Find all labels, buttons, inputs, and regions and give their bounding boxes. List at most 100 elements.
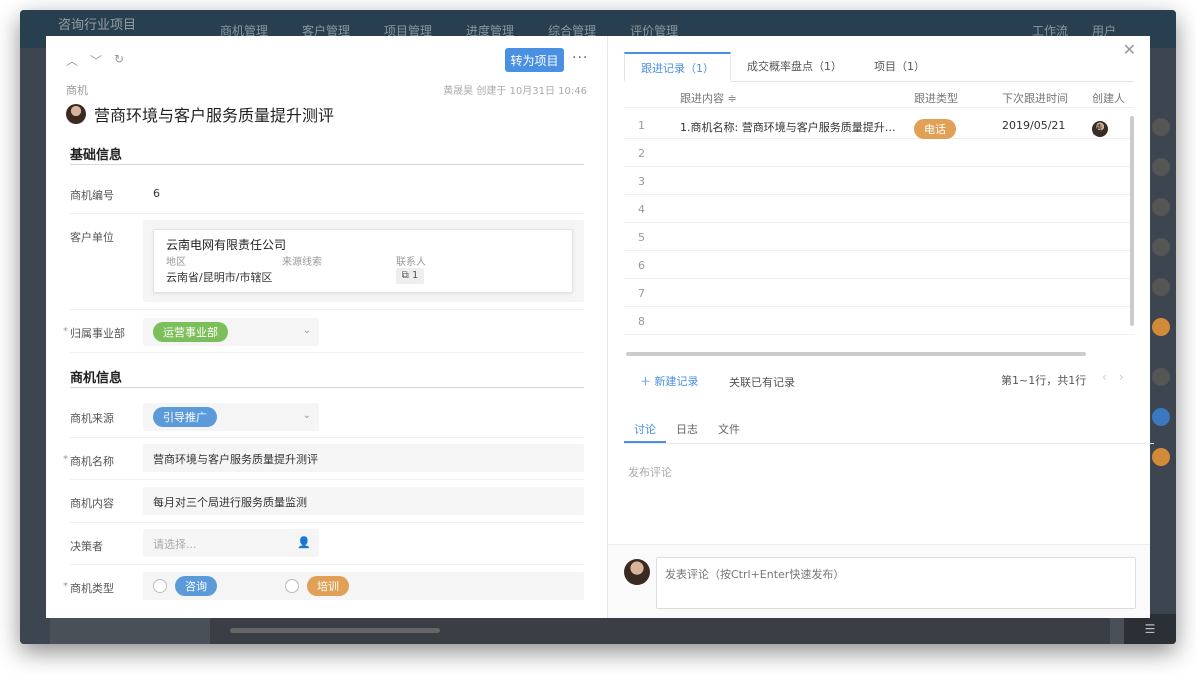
- corner-menu-icon[interactable]: ☰: [1124, 614, 1176, 644]
- section-basic-title: 基础信息: [70, 148, 123, 163]
- decision-select[interactable]: 请选择... 👤: [143, 529, 319, 557]
- row-index: 2: [638, 147, 645, 160]
- col-type: 跟进类型: [914, 92, 958, 105]
- source-tag: 引导推广: [153, 407, 217, 427]
- type-tag: 电话: [914, 119, 956, 139]
- link-existing-record[interactable]: 关联已有记录: [729, 374, 795, 390]
- region-value: 云南省/昆明市/市辖区: [166, 271, 273, 284]
- comment-placeholder: 发表评论（按Ctrl+Enter快速发布）: [665, 568, 845, 581]
- avatar: [1152, 118, 1170, 136]
- record-tabs: 跟进记录（1） 成交概率盘点（1） 项目（1）: [624, 52, 1134, 82]
- creator-name: 黄: [1092, 123, 1103, 136]
- chevron-down-icon: ⌄: [302, 410, 311, 421]
- number-value: 6: [153, 187, 160, 200]
- table-row: 3: [624, 167, 1134, 195]
- row-divider: [70, 522, 584, 523]
- comment-composer: 发表评论（按Ctrl+Enter快速发布）: [608, 544, 1150, 618]
- row-divider: [70, 352, 584, 353]
- chevron-right-icon[interactable]: ›: [1119, 370, 1124, 384]
- activity-tabs: 讨论 日志 文件: [624, 416, 1154, 444]
- number-label: 商机编号: [70, 189, 114, 202]
- table-row: 8: [624, 307, 1134, 335]
- content-value: 每月对三个局进行服务质量监测: [153, 496, 307, 509]
- table-row: 5: [624, 223, 1134, 251]
- col-content[interactable]: 跟进内容 ≑: [680, 90, 737, 106]
- tab-projects[interactable]: 项目（1）: [858, 52, 941, 81]
- type-tag-training[interactable]: 培训: [307, 576, 349, 596]
- table-row[interactable]: 1 1.商机名称: 营商环境与客户服务质量提升测... 电话 2019/05/2…: [624, 111, 1134, 139]
- table-row: 4: [624, 195, 1134, 223]
- convert-to-project-button[interactable]: 转为项目: [505, 48, 564, 72]
- tab-log[interactable]: 日志: [666, 416, 708, 443]
- row-divider: [70, 309, 584, 310]
- avatar: [624, 559, 650, 585]
- region-label: 地区: [166, 257, 186, 268]
- type-tag-consult[interactable]: 咨询: [175, 576, 217, 596]
- content-label: 商机内容: [70, 497, 114, 510]
- chevron-down-icon: ⌄: [302, 325, 311, 336]
- row-index: 7: [638, 287, 645, 300]
- table-horizontal-scrollbar[interactable]: [626, 352, 1086, 356]
- pager-info: 第1~1行，共1行: [1001, 374, 1087, 387]
- app-title: 咨询行业项目: [58, 18, 137, 33]
- name-field[interactable]: 营商环境与客户服务质量提升测评: [143, 444, 584, 472]
- page-title: 营商环境与客户服务质量提升测评: [94, 106, 335, 125]
- row-content: 1.商机名称: 营商环境与客户服务质量提升测...: [680, 121, 904, 134]
- source-label: 商机来源: [70, 412, 114, 425]
- chevron-left-icon[interactable]: ‹: [1102, 370, 1107, 384]
- section-divider: [70, 387, 584, 388]
- name-label: 商机名称: [70, 455, 114, 468]
- breadcrumb: 商机: [66, 84, 88, 97]
- chevron-up-icon[interactable]: ︿: [66, 52, 78, 69]
- contact-count: 1: [411, 270, 419, 281]
- department-select[interactable]: 运营事业部 ⌄: [143, 318, 319, 346]
- avatar: [1152, 318, 1170, 336]
- department-label: 归属事业部: [70, 327, 125, 340]
- table-header: 跟进内容 ≑ 跟进类型 下次跟进时间 创建人: [624, 86, 1134, 108]
- record-nav: ︿ ﹀ ↻: [66, 52, 124, 69]
- customer-card[interactable]: 云南电网有限责任公司 地区 来源线索 联系人 云南省/昆明市/市辖区 ⧉ 1: [153, 229, 573, 293]
- chevron-down-icon[interactable]: ﹀: [90, 52, 102, 69]
- avatar: [1152, 368, 1170, 386]
- type-radio-training[interactable]: [285, 579, 299, 593]
- tab-probability[interactable]: 成交概率盘点（1）: [731, 52, 858, 81]
- avatar: [66, 104, 86, 124]
- avatar: [1152, 198, 1170, 216]
- refresh-icon[interactable]: ↻: [114, 52, 124, 69]
- section-divider: [70, 164, 584, 165]
- comment-input[interactable]: 发表评论（按Ctrl+Enter快速发布）: [656, 557, 1136, 609]
- table-row: 6: [624, 251, 1134, 279]
- background-scrollbar[interactable]: [230, 628, 440, 633]
- col-creator: 创建人: [1092, 92, 1125, 105]
- background-rightbar: [1146, 48, 1176, 644]
- detail-left-panel: ︿ ﹀ ↻ 转为项目 ··· 商机 黄晟昊 创建于 10月31日 10:46 营…: [46, 36, 608, 618]
- source-clue-label: 来源线索: [282, 257, 322, 268]
- decision-label: 决策者: [70, 540, 103, 553]
- row-date: 2019/05/21: [1002, 119, 1066, 132]
- row-divider: [70, 437, 584, 438]
- contact-count-badge[interactable]: ⧉ 1: [396, 268, 424, 284]
- row-index: 8: [638, 315, 645, 328]
- table-row: 7: [624, 279, 1134, 307]
- tab-discussion[interactable]: 讨论: [624, 416, 666, 443]
- creation-meta: 黄晟昊 创建于 10月31日 10:46: [443, 86, 587, 97]
- opportunity-detail-modal: ︿ ﹀ ↻ 转为项目 ··· 商机 黄晟昊 创建于 10月31日 10:46 营…: [46, 36, 1154, 618]
- title-row: 营商环境与客户服务质量提升测评: [66, 102, 334, 126]
- more-icon[interactable]: ···: [572, 50, 588, 66]
- section-opportunity-title: 商机信息: [70, 371, 123, 386]
- content-field[interactable]: 每月对三个局进行服务质量监测: [143, 487, 584, 515]
- new-record-link[interactable]: ＋ 新建记录: [640, 373, 699, 389]
- customer-label: 客户单位: [70, 231, 114, 244]
- type-options: 咨询 培训: [143, 572, 584, 600]
- row-divider: [70, 213, 584, 214]
- type-radio-consult[interactable]: [153, 579, 167, 593]
- table-vertical-scrollbar[interactable]: [1130, 116, 1134, 326]
- source-select[interactable]: 引导推广 ⌄: [143, 403, 319, 431]
- row-index: 1: [638, 119, 645, 132]
- detail-right-panel: ✕ 跟进记录（1） 成交概率盘点（1） 项目（1） 跟进内容 ≑ 跟进类型 下次…: [608, 36, 1154, 618]
- tab-followup[interactable]: 跟进记录（1）: [624, 52, 731, 82]
- pager-arrows: ‹ ›: [1102, 370, 1124, 384]
- required-mark: *: [63, 581, 68, 592]
- tab-files[interactable]: 文件: [708, 416, 750, 443]
- avatar: [1152, 278, 1170, 296]
